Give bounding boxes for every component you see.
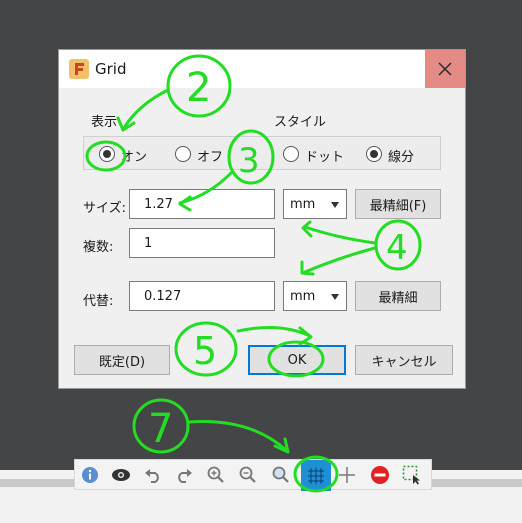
dialog-title: Grid	[95, 60, 127, 78]
multiple-input[interactable]: 1	[129, 228, 275, 258]
alternate-label: 代替:	[83, 294, 114, 309]
ok-button[interactable]: OK	[248, 345, 346, 375]
default-button[interactable]: 既定(D)	[74, 345, 170, 375]
zoom-in-icon[interactable]	[203, 462, 229, 488]
annotation-circle-7	[132, 398, 190, 454]
alternate-unit-select[interactable]: mm	[283, 281, 347, 311]
style-label: スタイル	[274, 115, 327, 130]
size-unit-select[interactable]: mm	[283, 189, 347, 219]
radio-line-label: 線分	[388, 150, 415, 165]
radio-dot-label: ドット	[305, 150, 345, 165]
alternate-unit-value: mm	[290, 289, 316, 304]
cancel-button[interactable]: キャンセル	[355, 345, 453, 375]
app-icon	[69, 59, 89, 79]
undo-icon[interactable]	[140, 462, 166, 488]
radio-line[interactable]	[366, 146, 382, 162]
chevron-down-icon	[331, 202, 339, 208]
radio-on-label: オン	[121, 150, 148, 165]
multiple-label: 複数:	[83, 240, 114, 255]
toolbar	[74, 459, 432, 491]
redo-icon[interactable]	[171, 462, 197, 488]
alternate-input[interactable]: 0.127	[129, 281, 275, 311]
radio-on[interactable]	[99, 146, 115, 162]
zoom-fit-icon[interactable]	[268, 462, 294, 488]
close-button[interactable]	[425, 50, 465, 88]
finest-button[interactable]: 最精細	[355, 281, 441, 311]
eye-icon[interactable]	[108, 462, 134, 488]
close-icon	[438, 62, 452, 76]
chevron-down-icon	[331, 294, 339, 300]
stop-icon[interactable]	[367, 462, 393, 488]
display-label: 表示	[91, 115, 118, 130]
radio-off[interactable]	[175, 146, 191, 162]
info-icon[interactable]	[77, 462, 103, 488]
size-label: サイズ:	[83, 201, 126, 216]
crosshair-icon[interactable]	[334, 462, 360, 488]
radio-off-label: オフ	[197, 150, 224, 165]
dialog-titlebar: Grid	[59, 50, 465, 88]
size-input[interactable]: 1.27	[129, 189, 275, 219]
zoom-out-icon[interactable]	[235, 462, 261, 488]
display-style-group: オン オフ ドット 線分	[83, 136, 441, 170]
grid-dialog: Grid 表示 スタイル オン オフ ドット 線分 サイズ: 1.27 mm 最…	[58, 49, 466, 389]
radio-dot[interactable]	[283, 146, 299, 162]
annotation-arrow-7	[188, 420, 288, 452]
annotation-number-7: 7	[148, 406, 173, 452]
size-unit-value: mm	[290, 197, 316, 212]
select-icon[interactable]	[399, 462, 425, 488]
grid-icon[interactable]	[301, 460, 331, 491]
annotation-arrowhead-7	[273, 437, 290, 454]
finest-f-button[interactable]: 最精細(F)	[355, 189, 441, 219]
